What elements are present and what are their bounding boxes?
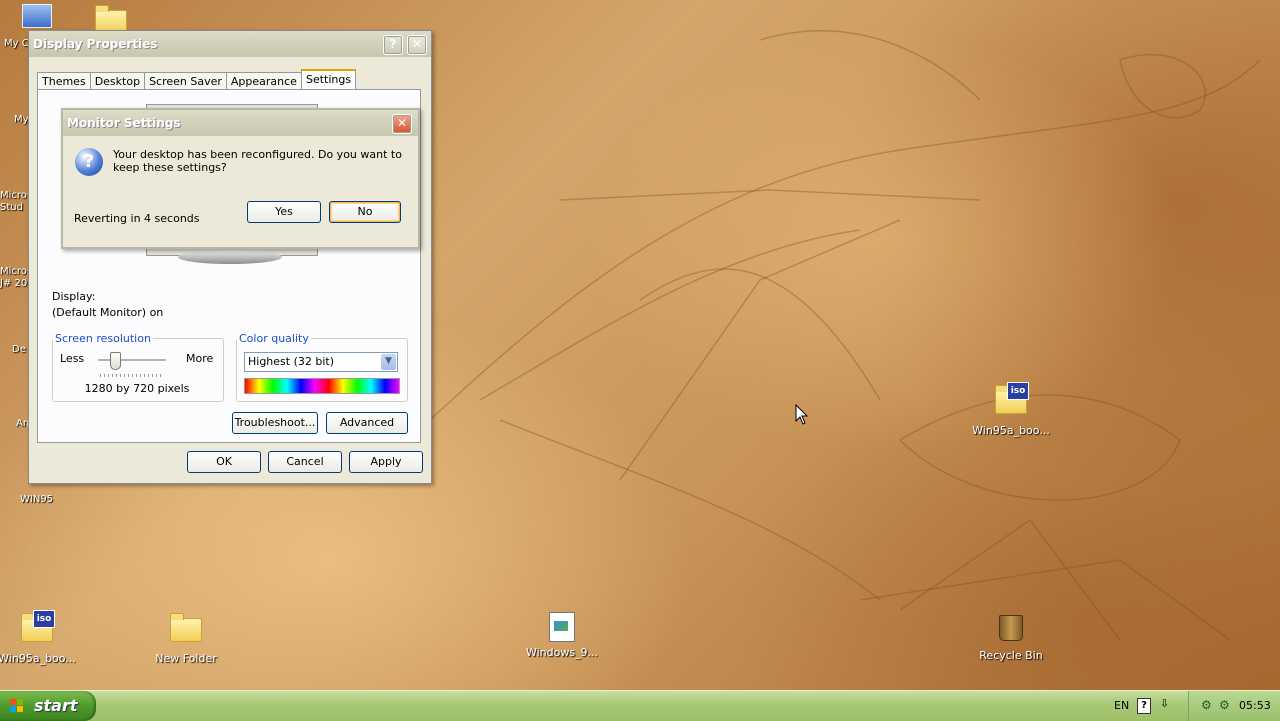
- desktop-icon-win95-folder[interactable]: WIN95: [20, 494, 53, 505]
- desktop-icon-recycle-bin[interactable]: Recycle Bin: [966, 612, 1056, 662]
- language-bar-options-icon[interactable]: ⇩: [1160, 697, 1169, 710]
- system-tray: ⚙ ⚙ 05:53: [1188, 691, 1280, 721]
- network-connections-icon[interactable]: ⚙: [1219, 698, 1230, 712]
- iso-icon: iso: [33, 610, 55, 628]
- resolution-slider-ticks: [100, 374, 164, 377]
- icon-label: Win95a_boo...: [0, 652, 76, 665]
- ok-button[interactable]: OK: [187, 451, 261, 473]
- color-quality-legend: Color quality: [239, 332, 309, 345]
- computer-icon: [22, 4, 52, 28]
- display-properties-window: Display Properties ? ✕ Themes Desktop Scre…: [28, 30, 432, 484]
- icon-label: Windows_9...: [525, 646, 599, 659]
- yes-button[interactable]: Yes: [247, 201, 321, 223]
- iso-icon: iso: [1007, 382, 1029, 400]
- icon-label: Recycle Bin: [979, 649, 1043, 662]
- desktop-icon-windows-image[interactable]: Windows_9...: [517, 612, 607, 659]
- monitor-settings-titlebar[interactable]: Monitor Settings ✕: [63, 110, 418, 136]
- countdown-text: Reverting in 4 seconds: [74, 212, 200, 225]
- desktop-icon-win95a-iso[interactable]: iso Win95a_boo...: [0, 610, 82, 665]
- window-title: Display Properties: [33, 37, 158, 51]
- image-file-icon: [549, 612, 575, 642]
- network-icon[interactable]: ⚙: [1201, 698, 1212, 712]
- cancel-button[interactable]: Cancel: [268, 451, 342, 473]
- resolution-more-label: More: [186, 352, 214, 365]
- monitor-stand: [178, 250, 282, 264]
- desktop-icon-new-folder[interactable]: New Folder: [141, 612, 231, 665]
- display-properties-titlebar[interactable]: Display Properties ? ✕: [29, 31, 431, 57]
- desktop-icon-de[interactable]: De: [12, 344, 26, 355]
- language-indicator[interactable]: EN: [1114, 699, 1129, 712]
- color-quality-select[interactable]: Highest (32 bit) ▼: [244, 352, 398, 372]
- desktop-icon-label: My C: [4, 38, 29, 49]
- mouse-cursor-icon: [795, 404, 809, 425]
- start-label: start: [34, 696, 78, 715]
- dialog-title: Monitor Settings: [67, 116, 181, 130]
- help-button[interactable]: ?: [383, 35, 403, 55]
- icon-label: Win95a_boo...: [972, 424, 1050, 437]
- start-button[interactable]: start: [0, 691, 96, 721]
- desktop-icon-my-documents[interactable]: My: [14, 114, 29, 125]
- close-button[interactable]: ✕: [392, 114, 412, 134]
- close-button[interactable]: ✕: [407, 35, 427, 55]
- color-quality-spectrum: [244, 378, 400, 394]
- recycle-bin-icon: [999, 615, 1023, 641]
- display-label: Display:: [52, 290, 96, 303]
- no-button[interactable]: No: [329, 201, 401, 223]
- resolution-less-label: Less: [60, 352, 85, 365]
- tab-strip: Themes Desktop Screen Saver Appearance Setti…: [37, 69, 357, 92]
- icon-label: New Folder: [155, 652, 217, 665]
- chevron-down-icon[interactable]: ▼: [381, 354, 396, 370]
- troubleshoot-button[interactable]: Troubleshoot...: [232, 412, 318, 434]
- desktop-icon-win95a-iso-2[interactable]: iso Win95a_boo...: [966, 382, 1056, 437]
- color-quality-selected: Highest (32 bit): [248, 355, 335, 368]
- resolution-slider-thumb[interactable]: [110, 352, 121, 370]
- question-icon: ?: [75, 148, 103, 176]
- close-icon: ✕: [411, 37, 423, 51]
- screen-resolution-legend: Screen resolution: [55, 332, 151, 345]
- dialog-message: Your desktop has been reconfigured. Do y…: [113, 148, 402, 174]
- clock[interactable]: 05:53: [1239, 699, 1271, 712]
- language-help-icon[interactable]: ?: [1137, 698, 1151, 714]
- taskbar: start EN ? ⇩ ⚙ ⚙ 05:53: [0, 690, 1280, 721]
- display-value: (Default Monitor) on: [52, 306, 164, 319]
- advanced-button[interactable]: Advanced: [326, 412, 408, 434]
- folder-icon: [170, 613, 202, 642]
- close-icon: ✕: [396, 116, 408, 130]
- resolution-value: 1280 by 720 pixels: [84, 382, 190, 395]
- apply-button[interactable]: Apply: [349, 451, 423, 473]
- resolution-slider-track[interactable]: [98, 359, 166, 362]
- monitor-settings-dialog: Monitor Settings ✕ ? Your desktop has be…: [61, 108, 420, 249]
- help-icon: ?: [389, 37, 397, 51]
- windows-logo-icon: [10, 699, 24, 713]
